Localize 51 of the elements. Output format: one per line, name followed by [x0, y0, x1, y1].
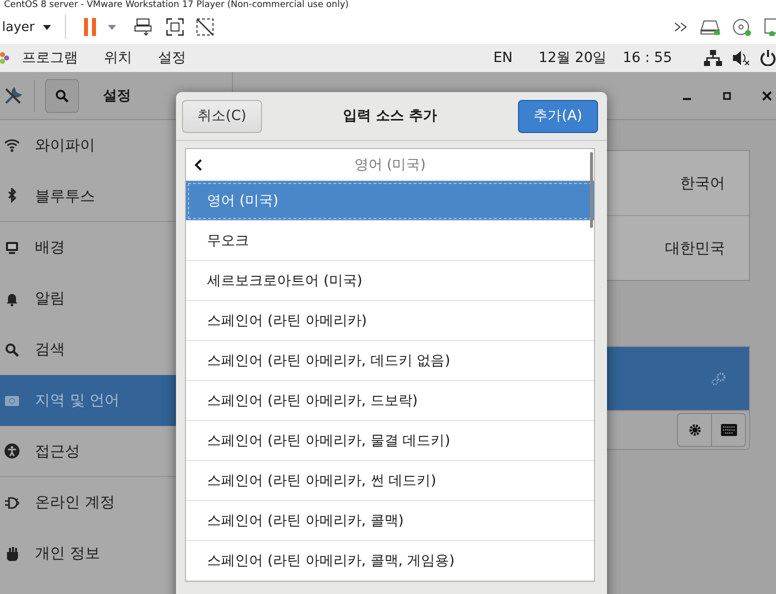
hand-icon: [4, 546, 20, 562]
list-item[interactable]: 스페인어 (라틴 아메리카, 물결 데드키): [186, 421, 594, 461]
time-label[interactable]: 16 : 55: [622, 50, 672, 66]
list-item[interactable]: 스페인어 (라틴 아메리카): [186, 301, 594, 341]
input-indicator[interactable]: EN: [493, 50, 513, 66]
accessibility-icon: [4, 443, 20, 459]
tools-icon[interactable]: [4, 86, 22, 104]
menu-item[interactable]: 설정: [158, 49, 186, 67]
add-button[interactable]: 추가(A): [518, 100, 598, 132]
menu-item[interactable]: 프로그램: [22, 49, 78, 67]
maximize-icon[interactable]: [722, 90, 732, 100]
window-title: 설정: [103, 86, 131, 104]
drive-icon[interactable]: [700, 19, 720, 35]
keyboard-icon: [720, 424, 736, 436]
back-icon[interactable]: [194, 158, 202, 170]
caret-icon[interactable]: [108, 24, 116, 30]
monitor-icon: [4, 240, 20, 256]
list-item[interactable]: 스페인어 (라틴 아메리카, 데드키 없음): [186, 341, 594, 381]
unity-icon[interactable]: [196, 18, 214, 36]
list-item[interactable]: 무오크: [186, 221, 594, 261]
wifi-icon: [4, 138, 20, 154]
menu-item[interactable]: 위치: [104, 49, 132, 67]
list-header: 영어 (미국): [353, 156, 427, 174]
list-item[interactable]: 스페인어 (라틴 아메리카, 콜맥): [186, 501, 594, 541]
speaker-muted-icon[interactable]: [732, 50, 750, 66]
send-keys-icon[interactable]: [134, 18, 154, 36]
cancel-button[interactable]: 취소(C): [182, 100, 262, 132]
search-icon: [55, 88, 69, 102]
plug-icon: [4, 494, 20, 510]
date-label[interactable]: 12월 20일: [538, 49, 607, 67]
network-icon[interactable]: [704, 50, 722, 66]
search-icon: [4, 342, 20, 358]
scrollbar[interactable]: [590, 152, 593, 228]
dialog-title: 입력 소스 추가: [343, 107, 437, 125]
list-item[interactable]: 영어 (미국): [186, 181, 594, 221]
window-title: CentOS 8 server - VMware Workstation 17 Player (Non-commercial use only): [0, 0, 776, 10]
close-icon[interactable]: [762, 90, 772, 100]
list-item[interactable]: 스페인어 (라틴 아메리카, 썬 데드키): [186, 461, 594, 501]
double-chevron-icon[interactable]: [674, 22, 688, 32]
list-item[interactable]: 세르보크로아트어 (미국): [186, 261, 594, 301]
caret-icon: [42, 24, 51, 30]
app-menu-icon[interactable]: [0, 50, 10, 66]
fullscreen-icon[interactable]: [166, 18, 184, 36]
gear-icon: [688, 423, 702, 437]
list-item[interactable]: 스페인어 (라틴 아메리카, 콜맥, 게임용): [186, 541, 594, 581]
list-item[interactable]: 스페인어 (라틴 아메리카, 드보락): [186, 381, 594, 421]
pause-icon[interactable]: [84, 18, 96, 36]
player-menu[interactable]: layer: [2, 20, 51, 34]
power-icon[interactable]: [760, 50, 776, 66]
search-button[interactable]: [45, 78, 79, 112]
disc-icon[interactable]: [732, 18, 752, 36]
